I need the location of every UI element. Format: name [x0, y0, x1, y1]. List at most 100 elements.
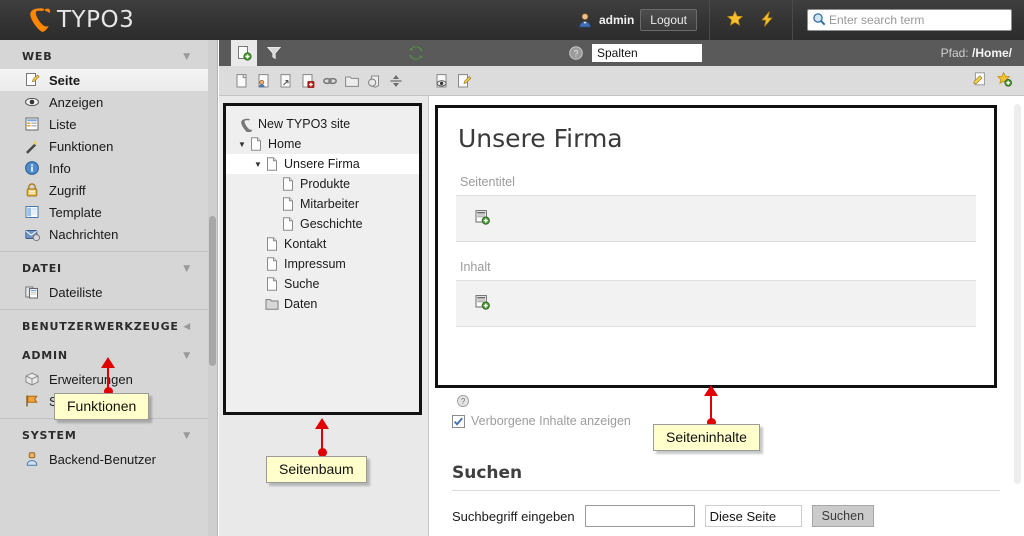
sidebar-item-info[interactable]: Info: [0, 157, 217, 179]
tree-node-label: Kontakt: [284, 237, 327, 251]
tree-node-suche[interactable]: Suche: [226, 274, 419, 294]
tree-node-new-typo3-site[interactable]: New TYPO3 site: [226, 114, 419, 134]
new-page-icon[interactable]: [231, 40, 257, 66]
view-mode-value: Spalten: [597, 46, 638, 60]
module-section-datei[interactable]: DATEI ▼: [0, 252, 217, 281]
tree-node-label: Impressum: [284, 257, 346, 271]
sidebar-item-funktionen[interactable]: Funktionen: [0, 135, 217, 157]
svg-text:?: ?: [461, 397, 466, 406]
tree-node-label: Geschichte: [300, 217, 363, 231]
search-submit-button[interactable]: Suchen: [811, 505, 875, 527]
sidebar-item-liste[interactable]: Liste: [0, 113, 217, 135]
sidebar-item-template[interactable]: Template: [0, 201, 217, 223]
folder-icon[interactable]: [341, 70, 363, 92]
page-module-panel: Unsere Firma Seitentitel Inhalt: [435, 105, 997, 388]
help-circle-icon[interactable]: ?: [568, 45, 584, 61]
checkbox-box[interactable]: [452, 414, 465, 428]
module-section-benutzerwerkzeuge-label: BENUTZERWERKZEUGE: [22, 320, 179, 333]
sidebar-item-dateiliste[interactable]: Dateiliste: [0, 281, 217, 303]
tree-node-label: Mitarbeiter: [300, 197, 360, 211]
page-icon: [280, 216, 296, 232]
module-section-datei-label: DATEI: [22, 262, 62, 275]
page-tree: New TYPO3 site ▼ Home ▼ Unsere Firma Pro…: [223, 103, 422, 415]
tree-node-produkte[interactable]: Produkte: [226, 174, 419, 194]
annotation-arrow-page-content: [704, 385, 718, 396]
filter-funnel-icon[interactable]: [266, 45, 282, 61]
tree-node-impressum[interactable]: Impressum: [226, 254, 419, 274]
sidebar-item-seite[interactable]: Seite: [0, 69, 217, 91]
breadcrumb-label: Pfad:: [940, 46, 969, 60]
annotation-arrow-page-tree: [315, 418, 329, 429]
tree-node-kontakt[interactable]: Kontakt: [226, 234, 419, 254]
lock-icon: [24, 182, 40, 198]
new-content-element-icon[interactable]: [474, 209, 490, 228]
page-shortcut-icon[interactable]: [275, 70, 297, 92]
sidebar-item-info-label: Info: [49, 160, 71, 176]
bookmark-add-icon[interactable]: [996, 71, 1012, 90]
breadcrumb: Pfad: /Home/: [941, 46, 1012, 60]
sidebar-item-anzeigen[interactable]: Anzeigen: [0, 91, 217, 113]
module-section-system[interactable]: SYSTEM ▼: [0, 419, 217, 448]
chevron-down-icon[interactable]: ▼: [252, 160, 264, 169]
refresh-icon[interactable]: [408, 45, 424, 61]
tree-node-unsere-firma[interactable]: ▼ Unsere Firma: [226, 154, 419, 174]
lightning-bolt-icon[interactable]: [758, 10, 776, 31]
messages-icon: [24, 226, 40, 242]
sidebar-item-backend-benutzer[interactable]: Backend-Benutzer: [0, 448, 217, 470]
global-search: Enter search term: [793, 9, 1024, 31]
tree-node-mitarbeiter[interactable]: Mitarbeiter: [226, 194, 419, 214]
sidebar-item-nachrichten[interactable]: Nachrichten: [0, 223, 217, 245]
content-scrollbar[interactable]: [1014, 104, 1021, 484]
open-in-frontend-icon[interactable]: [972, 71, 988, 90]
search-term-input[interactable]: [584, 505, 695, 527]
column-label-seitentitel: Seitentitel: [460, 175, 515, 189]
module-section-benutzerwerkzeuge[interactable]: BENUTZERWERKZEUGE ◀: [0, 310, 217, 339]
page-user-icon[interactable]: [253, 70, 275, 92]
preview-eye-icon[interactable]: [431, 70, 453, 92]
module-section-admin-label: ADMIN: [22, 349, 68, 362]
logout-button[interactable]: Logout: [640, 9, 697, 31]
page-content: Unsere Firma Seitentitel Inhalt ? Verbor…: [430, 96, 1024, 536]
page-delete-icon[interactable]: [297, 70, 319, 92]
module-toolbar: ? Spalten Pfad: /Home/: [219, 40, 1024, 66]
new-content-element-icon[interactable]: [474, 294, 490, 313]
search-heading: Suchen: [452, 463, 1000, 491]
page-icon: [264, 236, 280, 252]
tree-node-home[interactable]: ▼ Home: [226, 134, 419, 154]
module-section-system-label: SYSTEM: [22, 429, 77, 442]
sidebar-item-liste-label: Liste: [49, 116, 77, 132]
edit-pencil-icon[interactable]: [453, 70, 475, 92]
link-icon[interactable]: [319, 70, 341, 92]
magic-wand-icon: [24, 138, 40, 154]
page-icon: [280, 196, 296, 212]
sidebar-item-erweiterungen-label: Erweiterungen: [49, 371, 133, 387]
tree-node-geschichte[interactable]: Geschichte: [226, 214, 419, 234]
search-input[interactable]: Enter search term: [807, 9, 1012, 31]
new-page-icon[interactable]: [231, 70, 253, 92]
sidebar-item-zugriff[interactable]: Zugriff: [0, 179, 217, 201]
tree-node-daten[interactable]: Daten: [226, 294, 419, 314]
star-icon[interactable]: [726, 9, 744, 31]
chevron-left-icon: ◀: [183, 321, 191, 332]
show-hidden-content-label: Verborgene Inhalte anzeigen: [471, 414, 631, 428]
tree-node-label: Daten: [284, 297, 318, 311]
tree-node-label: Unsere Firma: [284, 157, 360, 171]
search-scope-select[interactable]: Diese Seite: [704, 505, 802, 527]
typo3-logo[interactable]: TYPO3: [0, 6, 134, 34]
sort-icon[interactable]: [385, 70, 407, 92]
backend-user-icon: [24, 451, 40, 467]
view-mode-select[interactable]: Spalten: [592, 44, 702, 62]
page-icon: [248, 136, 264, 152]
user-name: admin: [598, 13, 635, 27]
help-circle-icon[interactable]: ?: [456, 394, 992, 411]
document-toolbar-right: [972, 71, 1012, 90]
annotation-callout-page-tree: Seitenbaum: [266, 456, 367, 483]
recycler-icon[interactable]: [363, 70, 385, 92]
tree-node-label: Suche: [284, 277, 320, 291]
sidebar-scrollbar-thumb[interactable]: [209, 216, 216, 366]
sidebar-item-anzeigen-label: Anzeigen: [49, 94, 104, 110]
sidebar-scrollbar[interactable]: [208, 40, 217, 536]
chevron-down-icon[interactable]: ▼: [236, 140, 248, 149]
module-section-web[interactable]: WEB ▼: [0, 40, 217, 69]
document-toolbar: [219, 66, 1024, 96]
